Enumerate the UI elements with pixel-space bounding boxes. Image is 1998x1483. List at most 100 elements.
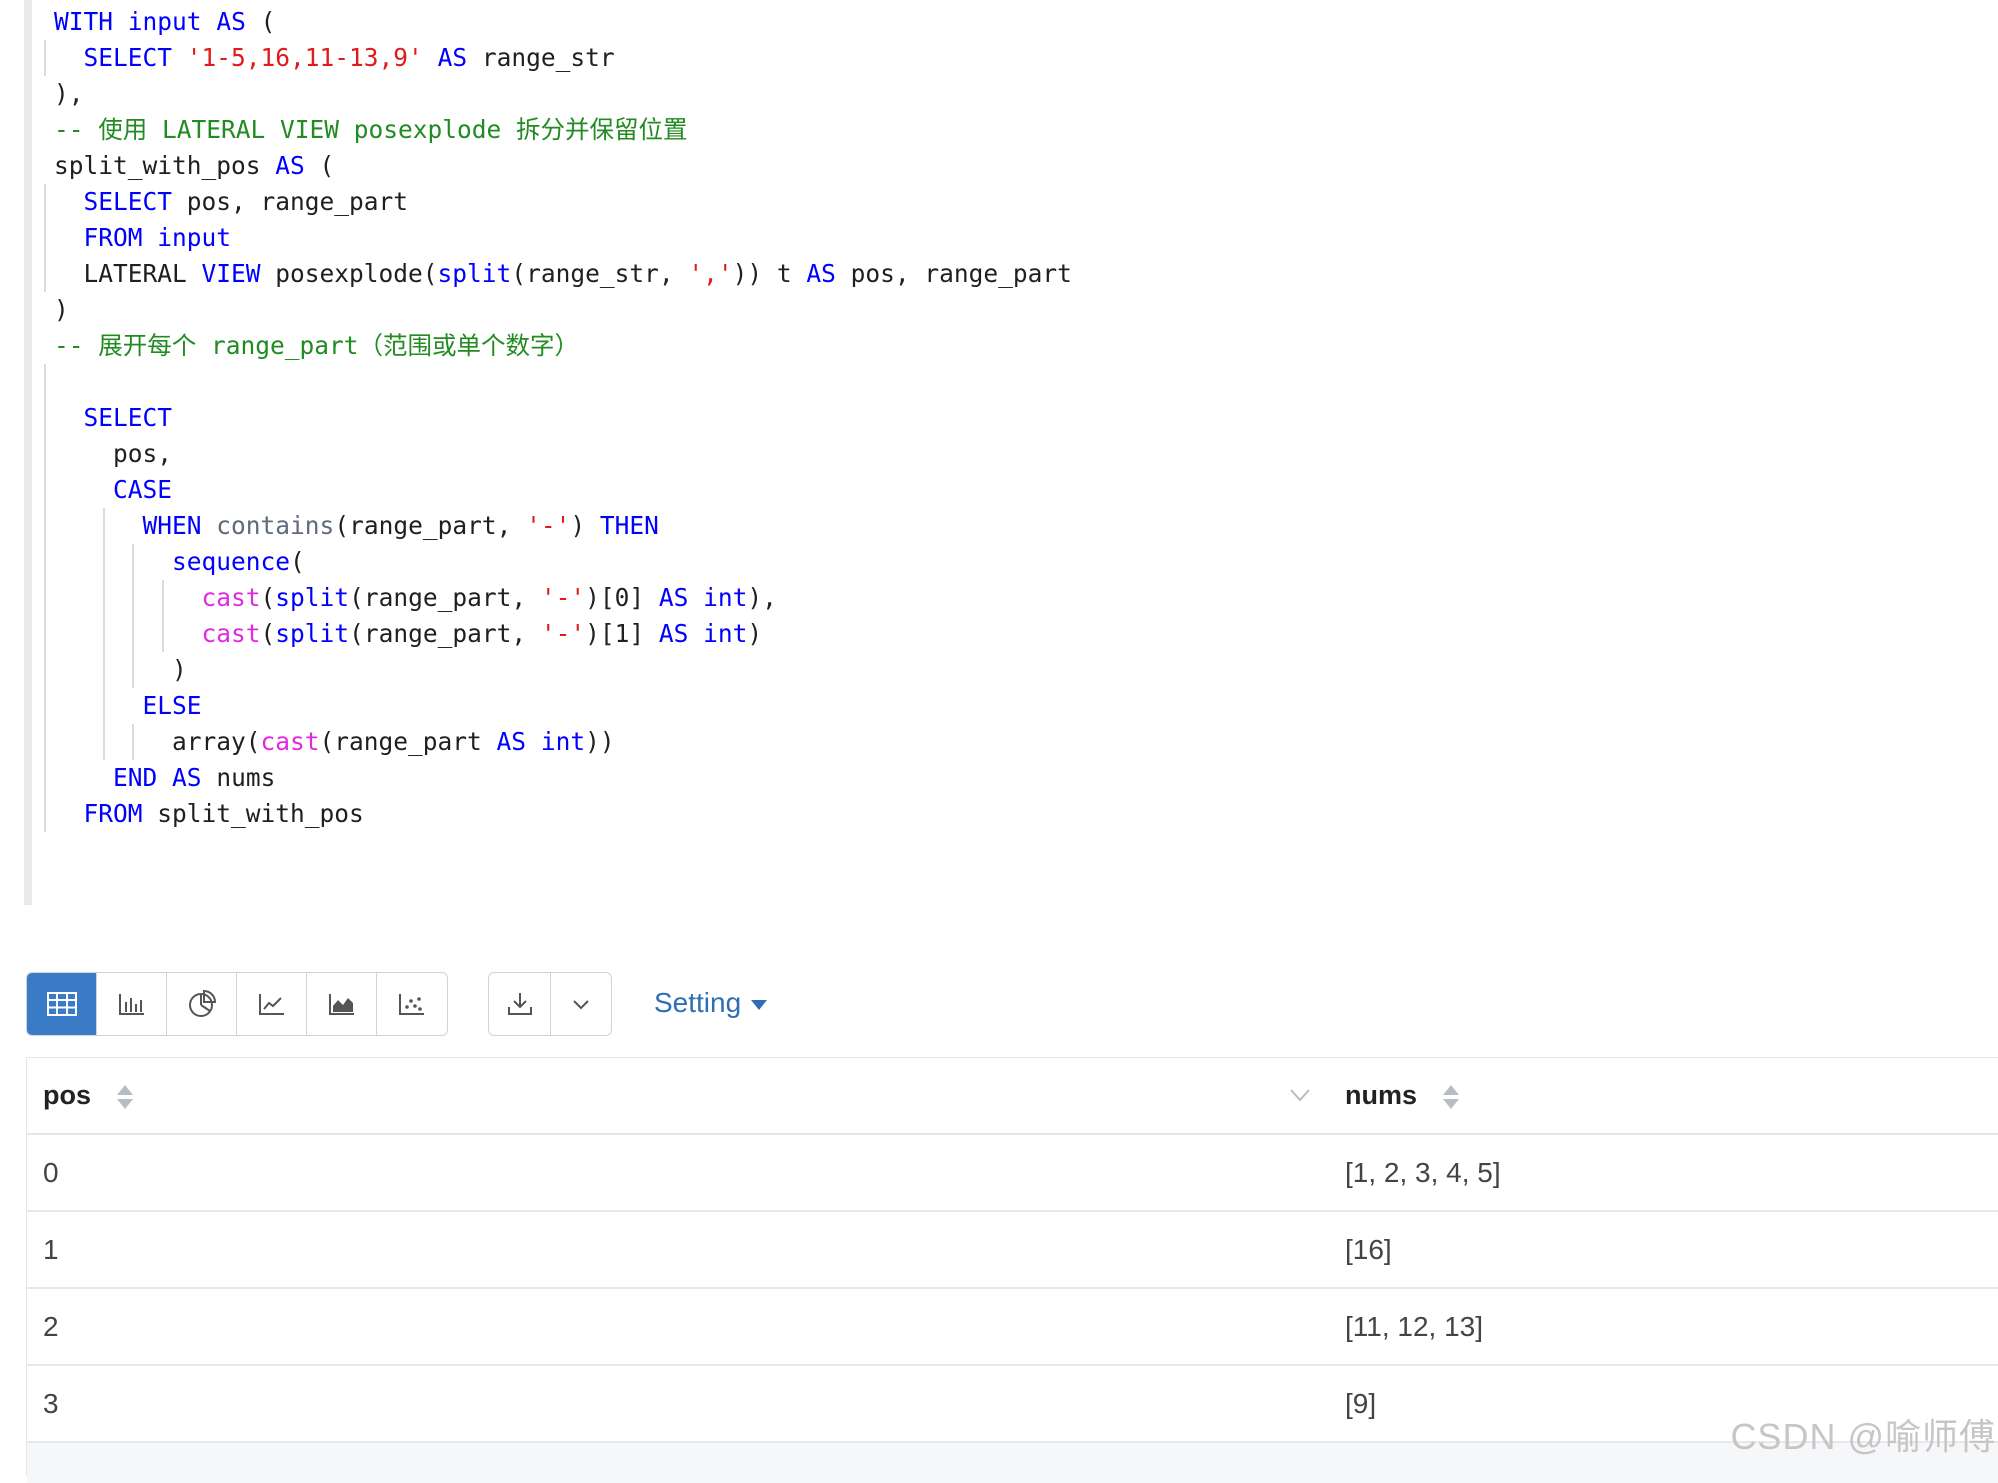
indent-guide [102,616,105,652]
code-token: ), [54,79,84,108]
indent-guide [44,724,46,760]
code-token: (range_part [319,727,497,756]
setting-dropdown[interactable]: Setting [654,972,768,1034]
table-row[interactable]: 3 [9] [27,1366,1998,1443]
code-token: ) [747,619,763,648]
code-line[interactable]: -- 使用 LATERAL VIEW posexplode 拆分并保留位置 [54,112,1072,148]
table-row[interactable]: 0 [1, 2, 3, 4, 5] [27,1135,1998,1212]
code-token-kw: THEN [599,511,659,540]
area-chart-icon [328,994,354,1015]
cell-pos: 2 [43,1311,59,1342]
code-line[interactable] [44,364,1072,400]
code-line[interactable]: CASE [44,472,1072,508]
code-line[interactable]: LATERAL VIEW posexplode(split(range_str,… [44,256,1072,292]
pie-chart-button[interactable] [167,973,237,1035]
code-token: )) [585,727,615,756]
line-chart-icon [258,994,284,1015]
area-chart-button[interactable] [307,973,377,1035]
code-line[interactable]: split_with_pos AS ( [54,148,1072,184]
code-line[interactable]: pos, [44,436,1072,472]
table-header: pos nums [27,1058,1998,1135]
code-token: ( [260,583,276,612]
code-line[interactable]: ), [54,76,1072,112]
code-token: (range_part, [349,583,541,612]
column-header-pos[interactable]: pos [43,1058,133,1133]
code-line[interactable]: array(cast(range_part AS int)) [44,724,1072,760]
indent-guide [44,436,46,472]
indent-guide [132,652,135,688]
indent-guide [44,580,46,616]
indent-guide [44,364,46,400]
column-header-nums[interactable]: nums [1345,1058,1459,1133]
line-chart-button[interactable] [237,973,307,1035]
code-line[interactable]: FROM split_with_pos [44,796,1072,832]
code-line[interactable]: END AS nums [44,760,1072,796]
code-line[interactable]: FROM input [44,220,1072,256]
indent-guide [44,652,46,688]
bar-chart-button[interactable] [97,973,167,1035]
code-token: ) [570,511,600,540]
indent-guide [102,652,105,688]
code-line[interactable]: sequence( [44,544,1072,580]
code-token: pos, range_part [835,259,1072,288]
code-line[interactable]: cast(split(range_part, '-')[1] AS int) [44,616,1072,652]
code-line[interactable]: ) [44,652,1072,688]
indent-guide [161,580,164,616]
download-options-button[interactable] [551,973,611,1035]
code-token: ( [304,151,335,180]
code-token-str: '-' [526,511,571,540]
sql-editor[interactable]: WITH input AS ( SELECT '1-5,16,11-13,9' … [0,0,1998,905]
chevron-down-icon [573,1000,589,1010]
setting-label: Setting [654,987,742,1018]
code-line[interactable]: SELECT [44,400,1072,436]
code-token: ) [54,295,69,324]
code-token-kw: int [703,619,748,648]
code-line[interactable]: -- 展开每个 range_part（范围或单个数字） [54,328,1072,364]
code-line[interactable]: SELECT pos, range_part [44,184,1072,220]
code-line[interactable]: ELSE [44,688,1072,724]
code-token-kw: ELSE [142,691,202,720]
code-token: (range_part, [349,619,541,648]
code-token-fn: sequence [172,547,291,576]
code-token-kw: WITH [54,7,114,36]
table-footer-space [27,1443,1998,1483]
indent-guide [44,40,46,76]
code-line[interactable]: WHEN contains(range_part, '-') THEN [44,508,1072,544]
code-token-kw: AS [806,259,836,288]
sort-icon[interactable] [1442,1083,1459,1111]
code-token-kw: AS [216,7,246,36]
code-token: LATERAL [54,259,202,288]
column-header-label: nums [1345,1080,1418,1110]
download-group [488,972,612,1036]
code-token-kw: WHEN [142,511,202,540]
sort-icon[interactable] [116,1083,133,1111]
code-line[interactable]: cast(split(range_part, '-')[0] AS int), [44,580,1072,616]
code-line[interactable]: ) [54,292,1072,328]
table-row[interactable]: 2 [11, 12, 13] [27,1289,1998,1366]
result-table: pos nums 0 [1, 2, 3, 4, 5] 1 [16] 2 [11,… [26,1057,1998,1483]
code-area[interactable]: WITH input AS ( SELECT '1-5,16,11-13,9' … [44,4,1072,832]
indent-guide [102,508,105,544]
code-token-kw: input [157,223,232,252]
code-token-kw: SELECT [83,43,173,72]
column-menu-button[interactable] [1289,1080,1311,1115]
download-button[interactable] [489,973,551,1035]
code-token-fn: split [275,619,350,648]
table-row[interactable]: 1 [16] [27,1212,1998,1289]
code-token: ) [54,655,187,684]
code-line[interactable]: WITH input AS ( [54,4,1072,40]
code-line[interactable]: SELECT '1-5,16,11-13,9' AS range_str [44,40,1072,76]
indent-guide [161,616,164,652]
code-token-com: -- 展开每个 range_part（范围或单个数字） [54,331,580,360]
view-mode-group [26,972,448,1036]
scatter-chart-button[interactable] [377,973,447,1035]
indent-guide [44,184,46,220]
table-view-button[interactable] [27,973,97,1035]
cell-nums: [1, 2, 3, 4, 5] [1345,1157,1501,1188]
indent-guide [132,616,135,652]
